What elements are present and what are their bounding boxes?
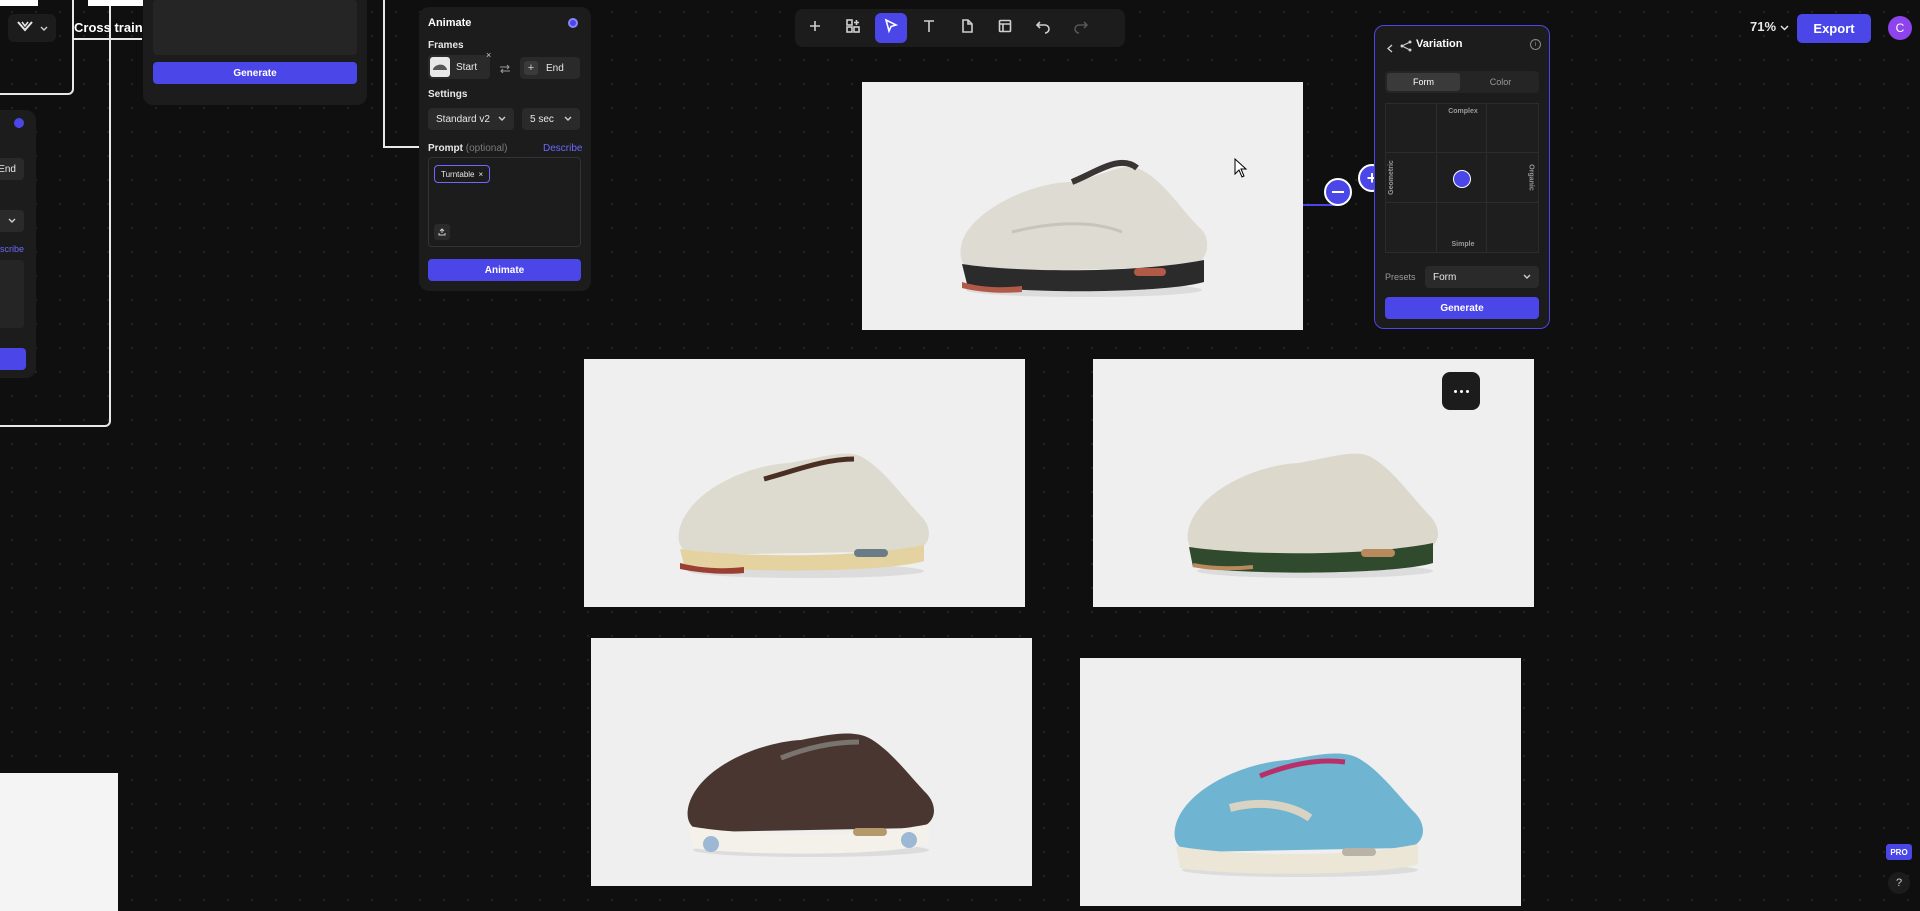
chevron-down-icon	[498, 114, 506, 125]
zoom-value: 71%	[1750, 19, 1777, 34]
variation-handle[interactable]	[1453, 170, 1471, 188]
chevron-down-icon	[564, 114, 572, 125]
axis-bottom-label: Simple	[1451, 241, 1475, 248]
file-icon	[959, 18, 975, 39]
minus-handle[interactable]	[1324, 178, 1352, 206]
add-node-icon[interactable]	[568, 18, 578, 28]
chevron-down-icon	[1523, 272, 1531, 283]
variation-grid[interactable]: Complex Simple Geometric Organic	[1385, 103, 1539, 253]
components-icon	[845, 18, 861, 39]
start-frame[interactable]: Start	[428, 55, 490, 79]
chevron-down-icon	[1780, 19, 1789, 34]
connector-line	[383, 146, 421, 148]
avatar[interactable]: C	[1888, 16, 1912, 40]
logo-icon	[16, 19, 34, 38]
remove-chip-icon[interactable]: ×	[479, 170, 484, 179]
axis-right-label: Organic	[1527, 164, 1535, 191]
frames-label: Frames	[428, 40, 464, 51]
end-label: End	[546, 62, 564, 74]
duration-select[interactable]: 5 sec	[522, 108, 580, 130]
redo-icon	[1073, 18, 1089, 39]
presets-select[interactable]: Form	[1425, 266, 1539, 288]
image-partial-bottom-left[interactable]	[0, 773, 118, 911]
help-button[interactable]: ?	[1888, 872, 1910, 894]
left-settings-panel: End scribe	[0, 110, 36, 378]
mouse-cursor-icon	[1234, 157, 1248, 183]
text-icon	[921, 18, 937, 39]
end-frame[interactable]: + End	[520, 57, 580, 79]
file-tool[interactable]	[951, 13, 983, 43]
axis-top-label: Complex	[1448, 108, 1478, 115]
variation-image-4[interactable]	[1080, 658, 1521, 906]
swap-icon[interactable]	[499, 61, 511, 79]
source-image[interactable]	[862, 82, 1303, 330]
select-tool[interactable]	[875, 13, 907, 43]
add-node-icon[interactable]	[14, 118, 24, 128]
main-toolbar	[795, 9, 1125, 47]
plus-icon	[807, 18, 823, 39]
more-icon	[1453, 389, 1469, 393]
back-icon[interactable]	[1387, 40, 1393, 58]
prompt-label-row: Prompt (optional)	[428, 143, 507, 154]
left-run-button[interactable]	[0, 348, 26, 370]
left-prompt-area[interactable]	[0, 260, 24, 328]
prompt-area[interactable]	[153, 0, 357, 55]
animate-panel: Animate Frames Start × + End Settings St…	[419, 7, 591, 291]
cursor-icon	[883, 17, 899, 39]
remove-start-icon[interactable]: ×	[486, 50, 491, 60]
variation-image-1[interactable]	[584, 359, 1025, 607]
pro-badge[interactable]: PRO	[1886, 844, 1912, 860]
prompt-label: Prompt	[428, 143, 463, 154]
variation-title: Variation	[1416, 38, 1463, 50]
describe-link[interactable]: Describe	[543, 143, 582, 154]
frame-tool[interactable]	[989, 13, 1021, 43]
left-generate-panel: Generate	[143, 0, 367, 105]
info-icon[interactable]: i	[1530, 39, 1541, 50]
minus-icon	[1332, 191, 1344, 193]
chevron-down-icon	[40, 19, 48, 37]
duration-value: 5 sec	[530, 113, 554, 125]
start-thumbnail	[430, 57, 450, 77]
generate-button[interactable]: Generate	[153, 62, 357, 84]
left-image-edge	[0, 0, 38, 6]
model-select[interactable]: Standard v2	[428, 108, 514, 130]
tab-color[interactable]: Color	[1464, 73, 1537, 91]
redo-tool[interactable]	[1065, 13, 1097, 43]
undo-icon	[1035, 18, 1051, 39]
export-button[interactable]: Export	[1797, 14, 1871, 43]
settings-label: Settings	[428, 89, 468, 100]
upload-icon[interactable]	[434, 224, 450, 240]
variation-icon	[1400, 39, 1412, 57]
presets-label: Presets	[1385, 272, 1416, 282]
preset-value: Form	[1433, 271, 1457, 283]
chip-label: Turntable	[441, 169, 475, 179]
add-tool[interactable]	[799, 13, 831, 43]
animate-button[interactable]: Animate	[428, 259, 581, 281]
model-value: Standard v2	[436, 113, 490, 125]
text-tool[interactable]	[913, 13, 945, 43]
prompt-input[interactable]: Turntable ×	[428, 157, 581, 247]
connector-line	[72, 38, 142, 40]
undo-tool[interactable]	[1027, 13, 1059, 43]
logo-menu[interactable]	[8, 14, 56, 42]
describe-link[interactable]: scribe	[0, 244, 24, 254]
variation-tabs: Form Color	[1385, 71, 1539, 93]
prompt-optional: (optional)	[465, 143, 508, 154]
components-tool[interactable]	[837, 13, 869, 43]
axis-left-label: Geometric	[1387, 160, 1395, 195]
connector-line	[383, 0, 385, 148]
start-label: Start	[456, 61, 478, 73]
left-dropdown[interactable]	[0, 210, 24, 232]
variation-panel: Variation i Form Color Complex Simple Ge…	[1374, 25, 1550, 329]
generate-button[interactable]: Generate	[1385, 297, 1539, 319]
more-options-button[interactable]	[1442, 372, 1480, 410]
variation-image-3[interactable]	[591, 638, 1032, 886]
tab-form[interactable]: Form	[1387, 73, 1460, 91]
animate-title: Animate	[428, 17, 472, 29]
turntable-chip[interactable]: Turntable ×	[434, 165, 491, 183]
end-frame[interactable]: End	[0, 158, 24, 180]
zoom-control[interactable]: 71%	[1750, 19, 1789, 34]
plus-icon: +	[524, 61, 538, 75]
frame-icon	[997, 18, 1013, 39]
